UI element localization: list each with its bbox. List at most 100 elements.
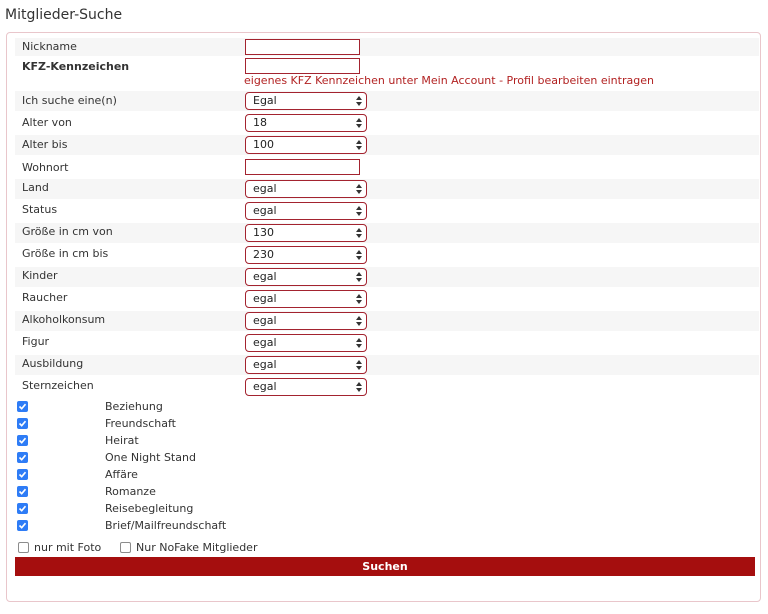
foto-label: nur mit Foto	[34, 541, 102, 554]
row-figur: Figur egal	[15, 333, 759, 353]
select-arrows-icon	[356, 272, 362, 282]
interest-label: Affäre	[105, 468, 138, 481]
kfz-label: KFZ-Kennzeichen	[22, 60, 130, 73]
status-label: Status	[22, 203, 58, 216]
row-groesse-bis: Größe in cm bis 230	[15, 245, 759, 265]
checkbox-checked-icon[interactable]	[17, 503, 28, 514]
select-arrows-icon	[356, 118, 362, 128]
alkohol-select-value: egal	[253, 314, 277, 327]
search-button[interactable]: Suchen	[15, 557, 755, 576]
interest-label: Freundschaft	[105, 417, 176, 430]
select-arrows-icon	[356, 338, 362, 348]
checkbox-checked-icon[interactable]	[17, 435, 28, 446]
checkbox-checked-icon[interactable]	[17, 469, 28, 480]
suche-select[interactable]: Egal	[245, 92, 367, 110]
interest-label: Brief/Mailfreundschaft	[105, 519, 227, 532]
kfz-input[interactable]	[245, 58, 360, 74]
select-arrows-icon	[356, 206, 362, 216]
interest-label: One Night Stand	[105, 451, 196, 464]
interest-label: Reisebegleitung	[105, 502, 194, 515]
alter-bis-select-value: 100	[253, 138, 274, 151]
nickname-label: Nickname	[22, 40, 77, 53]
groesse-bis-select-value: 230	[253, 248, 274, 261]
checkbox-checked-icon[interactable]	[17, 452, 28, 463]
alkohol-select[interactable]: egal	[245, 312, 367, 330]
kinder-label: Kinder	[22, 269, 58, 282]
search-form-panel: Nickname KFZ-Kennzeichen eigenes KFZ Ken…	[6, 32, 761, 602]
figur-select[interactable]: egal	[245, 334, 367, 352]
alter-bis-label: Alter bis	[22, 138, 68, 151]
nickname-input[interactable]	[245, 39, 360, 55]
row-sternzeichen: Sternzeichen egal	[15, 377, 759, 397]
figur-select-value: egal	[253, 336, 277, 349]
suche-label: Ich suche eine(n)	[22, 94, 117, 107]
ausbildung-select-value: egal	[253, 358, 277, 371]
groesse-von-label: Größe in cm von	[22, 225, 113, 238]
page-title: Mitglieder-Suche	[5, 7, 123, 23]
alter-bis-select[interactable]: 100	[245, 136, 367, 154]
wohnort-input[interactable]	[245, 159, 360, 175]
row-suche: Ich suche eine(n) Egal	[15, 91, 759, 111]
select-arrows-icon	[356, 250, 362, 260]
status-select-value: egal	[253, 204, 277, 217]
row-land: Land egal	[15, 179, 759, 199]
kfz-hint: eigenes KFZ Kennzeichen unter Mein Accou…	[244, 74, 654, 87]
sternzeichen-select[interactable]: egal	[245, 378, 367, 396]
raucher-select[interactable]: egal	[245, 290, 367, 308]
interest-item[interactable]: Romanze	[17, 485, 417, 499]
checkbox-checked-icon[interactable]	[17, 418, 28, 429]
alkohol-label: Alkoholkonsum	[22, 313, 106, 326]
row-status: Status egal	[15, 201, 759, 221]
nofake-label: Nur NoFake Mitglieder	[136, 541, 258, 554]
interest-item[interactable]: Beziehung	[17, 400, 417, 414]
select-arrows-icon	[356, 294, 362, 304]
sternzeichen-select-value: egal	[253, 380, 277, 393]
checkbox-checked-icon[interactable]	[17, 401, 28, 412]
nofake-checkbox[interactable]	[120, 542, 131, 553]
ausbildung-label: Ausbildung	[22, 357, 84, 370]
foto-checkbox[interactable]	[18, 542, 29, 553]
ausbildung-select[interactable]: egal	[245, 356, 367, 374]
interest-item[interactable]: Reisebegleitung	[17, 502, 417, 516]
select-arrows-icon	[356, 382, 362, 392]
row-raucher: Raucher egal	[15, 289, 759, 309]
figur-label: Figur	[22, 335, 50, 348]
status-select[interactable]: egal	[245, 202, 367, 220]
raucher-select-value: egal	[253, 292, 277, 305]
alter-von-select-value: 18	[253, 116, 267, 129]
interest-label: Beziehung	[105, 400, 163, 413]
row-alter-von: Alter von 18	[15, 113, 759, 133]
kinder-select[interactable]: egal	[245, 268, 367, 286]
interest-label: Romanze	[105, 485, 156, 498]
row-kfz: KFZ-Kennzeichen eigenes KFZ Kennzeichen …	[15, 56, 759, 88]
select-arrows-icon	[356, 96, 362, 106]
interest-item[interactable]: Brief/Mailfreundschaft	[17, 519, 417, 533]
interest-item[interactable]: Heirat	[17, 434, 417, 448]
select-arrows-icon	[356, 360, 362, 370]
checkbox-checked-icon[interactable]	[17, 520, 28, 531]
suche-select-value: Egal	[253, 94, 277, 107]
alter-von-select[interactable]: 18	[245, 114, 367, 132]
row-ausbildung: Ausbildung egal	[15, 355, 759, 375]
interest-item[interactable]: One Night Stand	[17, 451, 417, 465]
sternzeichen-label: Sternzeichen	[22, 379, 94, 392]
groesse-von-select-value: 130	[253, 226, 274, 239]
checkbox-checked-icon[interactable]	[17, 486, 28, 497]
interest-item[interactable]: Affäre	[17, 468, 417, 482]
raucher-label: Raucher	[22, 291, 68, 304]
land-select-value: egal	[253, 182, 277, 195]
interest-item[interactable]: Freundschaft	[17, 417, 417, 431]
row-groesse-von: Größe in cm von 130	[15, 223, 759, 243]
row-nickname: Nickname	[15, 38, 759, 56]
row-alter-bis: Alter bis 100	[15, 135, 759, 155]
interest-label: Heirat	[105, 434, 139, 447]
groesse-von-select[interactable]: 130	[245, 224, 367, 242]
land-label: Land	[22, 181, 49, 194]
row-kinder: Kinder egal	[15, 267, 759, 287]
select-arrows-icon	[356, 184, 362, 194]
groesse-bis-select[interactable]: 230	[245, 246, 367, 264]
alter-von-label: Alter von	[22, 116, 72, 129]
kinder-select-value: egal	[253, 270, 277, 283]
row-wohnort: Wohnort	[15, 157, 759, 177]
land-select[interactable]: egal	[245, 180, 367, 198]
